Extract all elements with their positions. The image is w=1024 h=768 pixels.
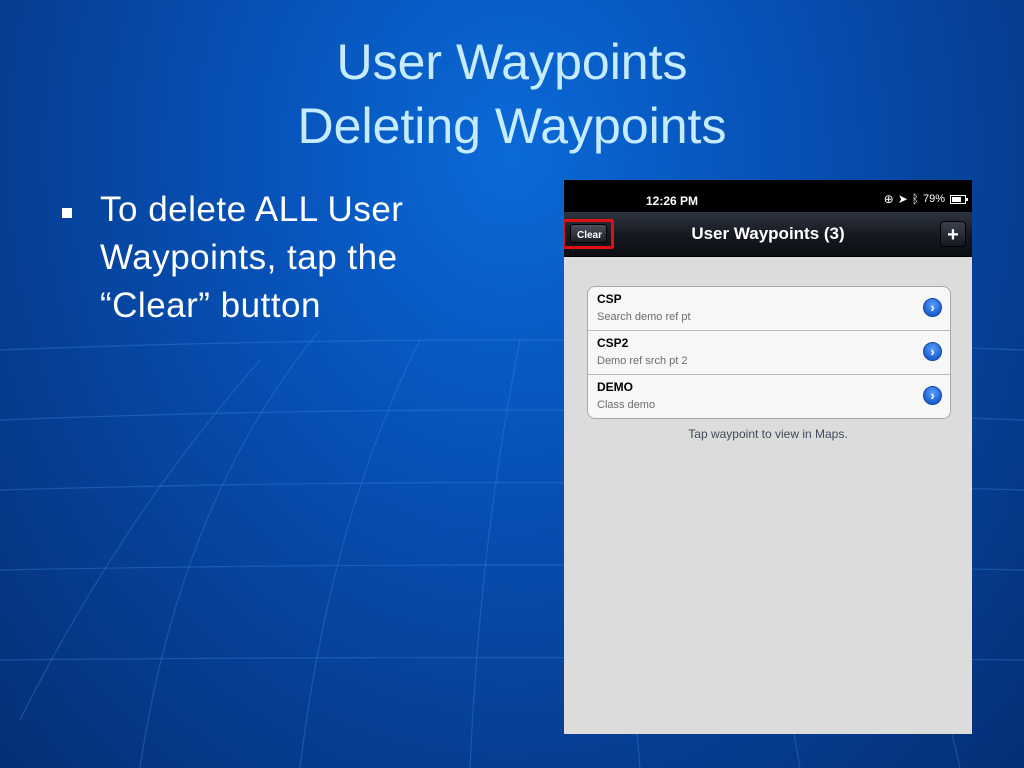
- waypoint-list: CSP Search demo ref pt › CSP2 Demo ref s…: [587, 286, 951, 419]
- bluetooth-icon: ᛒ: [911, 192, 919, 206]
- detail-disclosure-icon[interactable]: ›: [923, 342, 942, 361]
- waypoint-description: Search demo ref pt: [597, 311, 691, 323]
- table-row[interactable]: CSP Search demo ref pt ›: [588, 287, 950, 331]
- lock-rotation-icon: ⊕: [883, 192, 894, 206]
- navigation-bar: User Waypoints (3) Clear +: [564, 212, 972, 257]
- slide-title-line-1: User Waypoints: [336, 34, 688, 90]
- waypoint-name: CSP2: [597, 336, 629, 350]
- status-bar: 12:26 PM ⊕ ➤ ᛒ 79%: [564, 180, 972, 212]
- waypoint-name: DEMO: [597, 380, 633, 394]
- waypoint-description: Class demo: [597, 399, 656, 411]
- battery-icon: [950, 194, 968, 204]
- bullet-text: To delete ALL User Waypoints, tap the “C…: [100, 190, 404, 325]
- waypoint-description: Demo ref srch pt 2: [597, 355, 688, 367]
- status-indicators: ⊕ ➤ ᛒ 79%: [883, 192, 968, 206]
- location-arrow-icon: ➤: [897, 192, 908, 206]
- add-waypoint-button[interactable]: +: [940, 221, 966, 247]
- waypoint-name: CSP: [597, 292, 622, 306]
- detail-disclosure-icon[interactable]: ›: [923, 298, 942, 317]
- status-time: 12:26 PM: [646, 194, 699, 208]
- phone-screenshot: 12:26 PM ⊕ ➤ ᛒ 79% User Waypoints (3) Cl…: [564, 180, 972, 734]
- square-bullet-icon: [62, 208, 72, 218]
- bullet-list: To delete ALL User Waypoints, tap the “C…: [62, 186, 502, 330]
- slide-title-line-2: Deleting Waypoints: [297, 98, 727, 154]
- table-row[interactable]: DEMO Class demo ›: [588, 375, 950, 418]
- table-row[interactable]: CSP2 Demo ref srch pt 2 ›: [588, 331, 950, 375]
- nav-title: User Waypoints (3): [691, 224, 845, 243]
- footer-note: Tap waypoint to view in Maps.: [688, 427, 848, 441]
- clear-button-highlight: [564, 219, 614, 249]
- battery-percent: 79%: [922, 193, 945, 205]
- slide-title: User Waypoints Deleting Waypoints: [0, 30, 1024, 158]
- detail-disclosure-icon[interactable]: ›: [923, 386, 942, 405]
